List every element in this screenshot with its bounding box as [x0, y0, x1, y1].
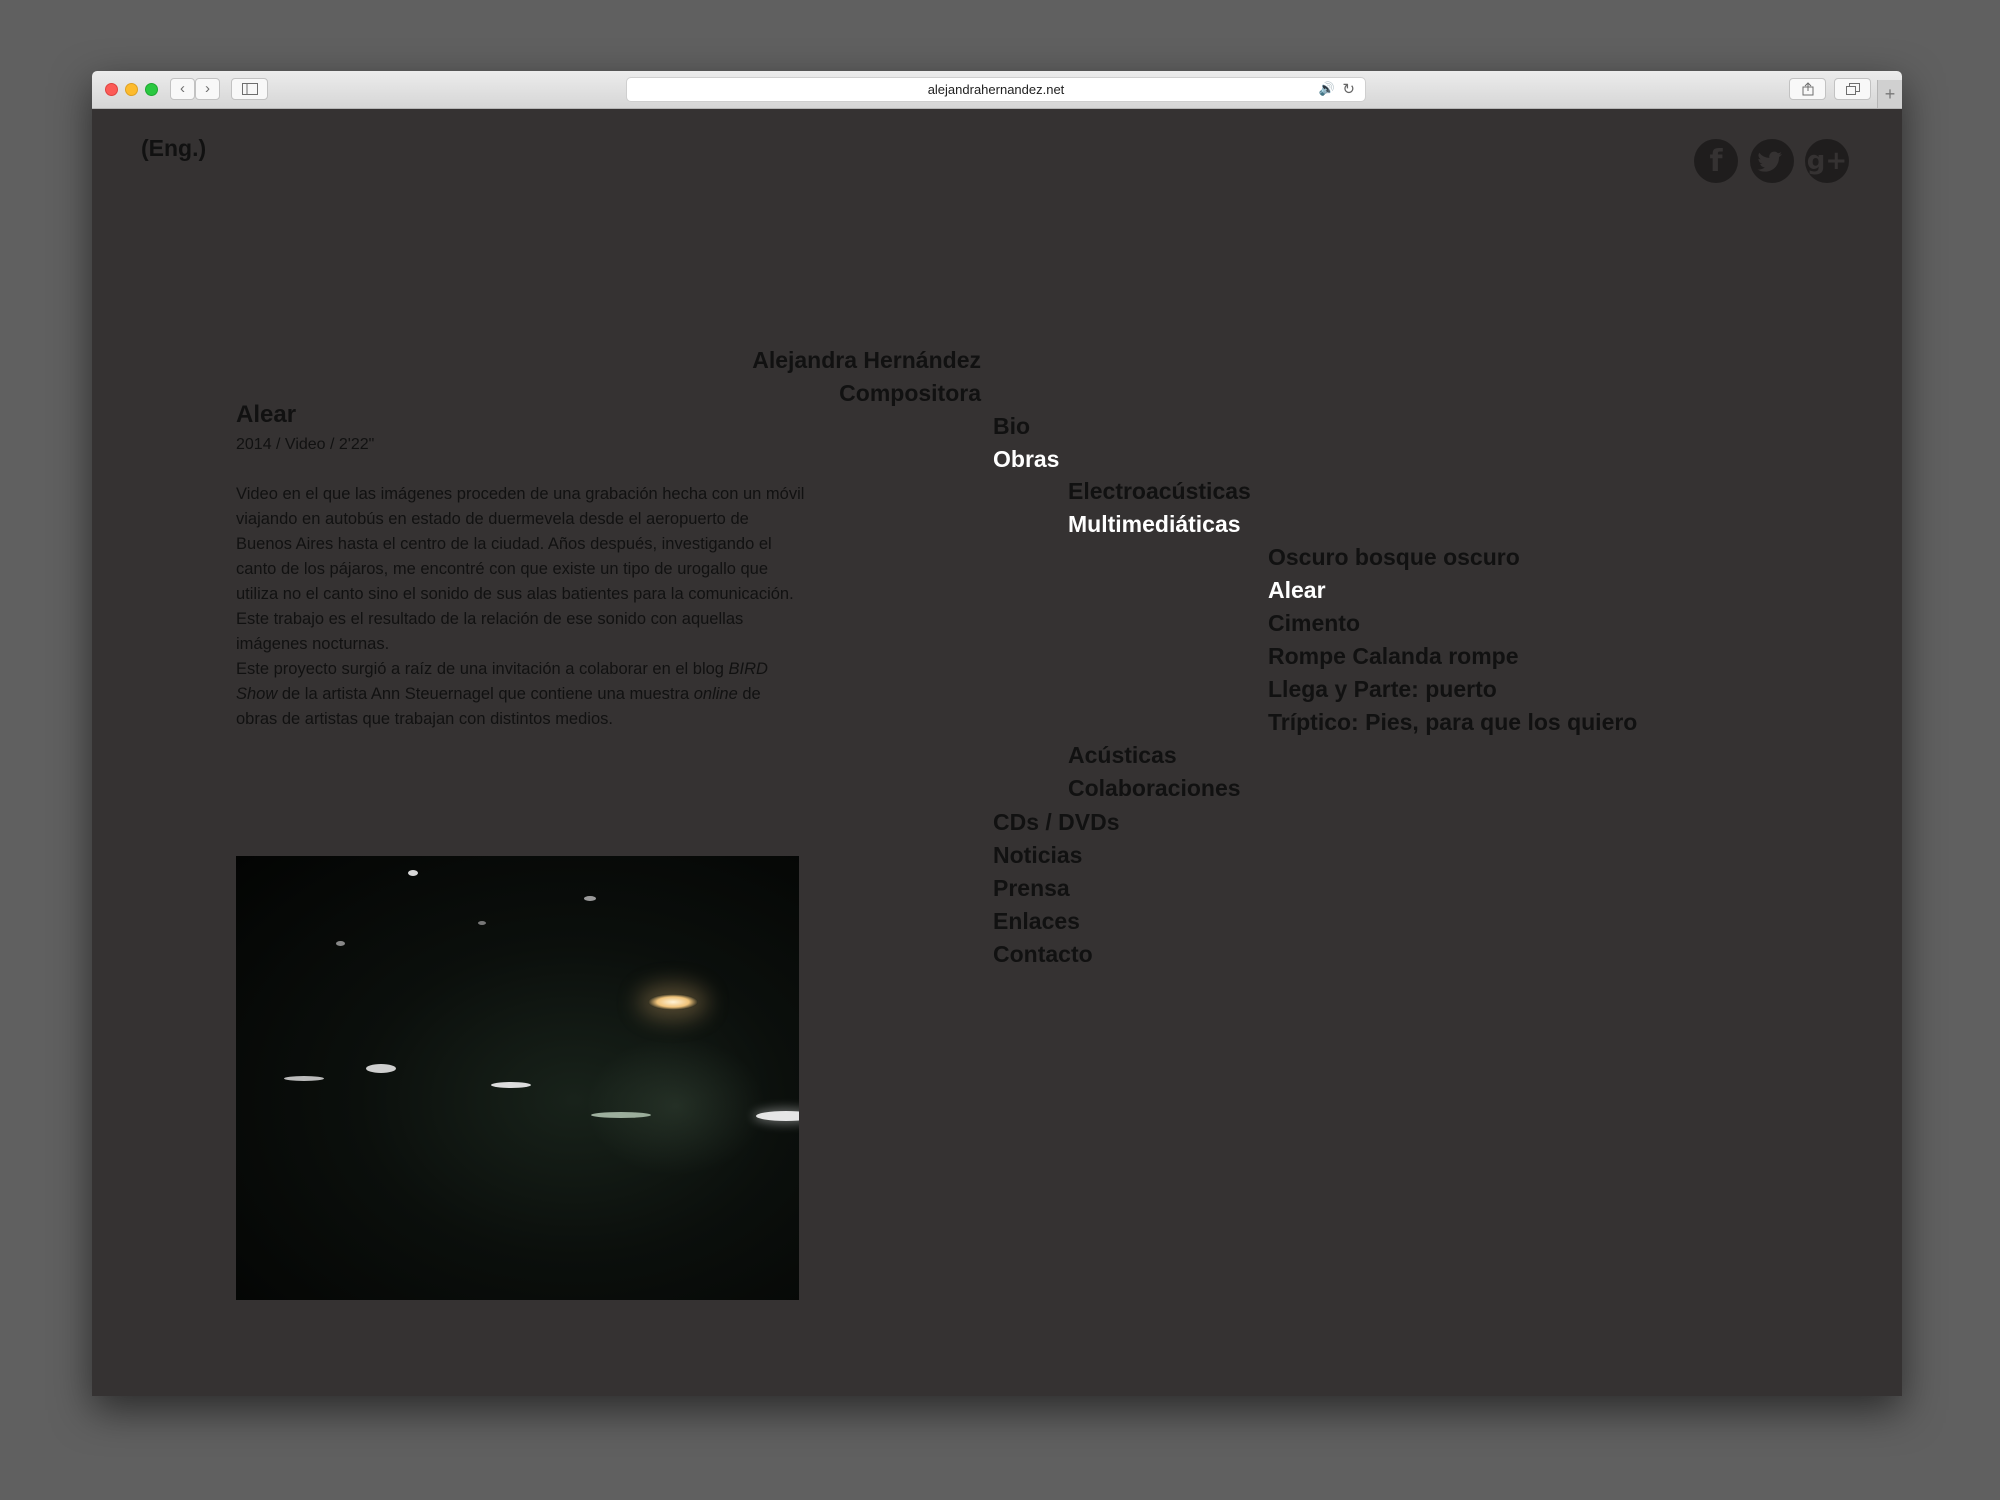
video-player[interactable] — [236, 856, 799, 1300]
twitter-button[interactable] — [1750, 139, 1794, 183]
sidebar-button[interactable] — [231, 78, 268, 100]
video-light — [478, 921, 486, 925]
nav-colaboraciones[interactable]: Colaboraciones — [1068, 774, 1241, 802]
back-button[interactable]: ‹ — [170, 78, 195, 100]
site-role: Compositora — [839, 380, 981, 406]
forward-button[interactable]: › — [195, 78, 220, 100]
nav-cds-dvds[interactable]: CDs / DVDs — [993, 808, 1120, 836]
chevron-right-icon: › — [205, 80, 210, 97]
work-detail: Alear 2014 / Video / 2'22" Video en el q… — [236, 400, 806, 732]
work-meta: 2014 / Video / 2'22" — [236, 436, 375, 453]
video-light — [284, 1076, 324, 1081]
close-window-button[interactable] — [105, 83, 118, 96]
nav-acusticas[interactable]: Acústicas — [1068, 741, 1177, 769]
nav-obras[interactable]: Obras — [993, 445, 1059, 473]
browser-window: ‹ › alejandrahernandez.net 🔊 ↻ + (Eng.) … — [92, 71, 1902, 1396]
speaker-icon[interactable]: 🔊 — [1319, 81, 1335, 97]
facebook-icon: f — [1709, 144, 1723, 179]
work-title: Alear — [236, 401, 297, 428]
work-description-p1: Video en el que las imágenes proceden de… — [236, 485, 805, 653]
nav-work-triptico[interactable]: Tríptico: Pies, para que los quiero — [1268, 708, 1637, 736]
new-tab-button[interactable]: + — [1877, 80, 1902, 108]
language-link[interactable]: (Eng.) — [141, 135, 206, 162]
twitter-icon — [1757, 151, 1782, 172]
nav-electroacusticas[interactable]: Electroacústicas — [1068, 477, 1251, 505]
online-word: online — [693, 685, 738, 703]
page-content: (Eng.) f g+ Alejandra Hernández Composit… — [92, 109, 1902, 1396]
video-light — [586, 1036, 766, 1176]
plus-icon: + — [1884, 84, 1896, 104]
browser-toolbar: ‹ › alejandrahernandez.net 🔊 ↻ + — [92, 71, 1902, 109]
nav-work-alear[interactable]: Alear — [1268, 576, 1326, 604]
video-light — [336, 941, 345, 946]
nav-work-rompe-calanda-rompe[interactable]: Rompe Calanda rompe — [1268, 642, 1519, 670]
google-plus-icon: g+ — [1806, 146, 1848, 176]
nav-noticias[interactable]: Noticias — [993, 841, 1082, 869]
chevron-left-icon: ‹ — [180, 80, 185, 97]
share-button[interactable] — [1789, 78, 1826, 100]
zoom-window-button[interactable] — [145, 83, 158, 96]
nav-prensa[interactable]: Prensa — [993, 874, 1070, 902]
nav-work-oscuro-bosque-oscuro[interactable]: Oscuro bosque oscuro — [1268, 543, 1520, 571]
nav-bio[interactable]: Bio — [993, 412, 1030, 440]
work-description: Video en el que las imágenes proceden de… — [236, 482, 806, 732]
google-plus-button[interactable]: g+ — [1805, 139, 1849, 183]
site-name: Alejandra Hernández — [752, 347, 981, 373]
video-light — [648, 994, 698, 1010]
nav-multimediaticas[interactable]: Multimediáticas — [1068, 510, 1241, 538]
nav-enlaces[interactable]: Enlaces — [993, 907, 1080, 935]
video-light — [366, 1064, 396, 1073]
work-description-p2b: de la artista Ann Steuernagel que contie… — [277, 685, 694, 703]
address-bar[interactable]: alejandrahernandez.net 🔊 ↻ — [626, 77, 1366, 102]
reload-icon[interactable]: ↻ — [1342, 80, 1355, 98]
url-text: alejandrahernandez.net — [927, 82, 1065, 97]
nav-contacto[interactable]: Contacto — [993, 940, 1093, 968]
minimize-window-button[interactable] — [125, 83, 138, 96]
video-light — [584, 896, 596, 901]
tabs-icon — [1845, 83, 1860, 95]
video-light — [491, 1082, 531, 1088]
nav-work-llega-y-parte[interactable]: Llega y Parte: puerto — [1268, 675, 1497, 703]
sidebar-icon — [241, 83, 258, 95]
work-description-p2a: Este proyecto surgió a raíz de una invit… — [236, 660, 729, 678]
facebook-button[interactable]: f — [1694, 139, 1738, 183]
video-light — [408, 870, 418, 876]
tabs-button[interactable] — [1834, 78, 1871, 100]
share-icon — [1802, 82, 1813, 96]
nav-work-cimento[interactable]: Cimento — [1268, 609, 1360, 637]
